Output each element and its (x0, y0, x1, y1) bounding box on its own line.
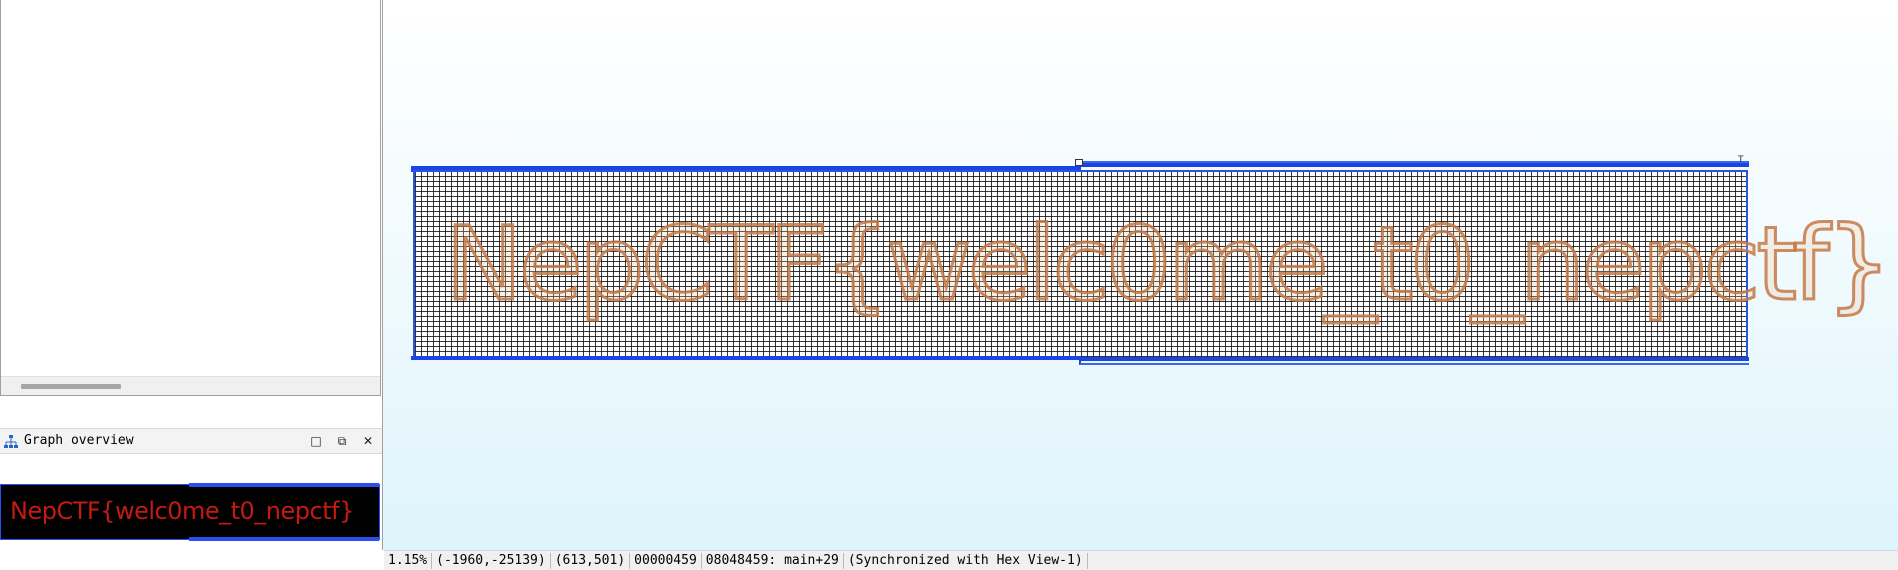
graph-overview-title: Graph overview (24, 433, 134, 448)
file-offset: 00000459 (630, 552, 702, 569)
node-collapse-marker[interactable] (1075, 159, 1083, 166)
maximize-icon[interactable]: □ (308, 433, 324, 449)
sync-status: (Synchronized with Hex View-1) (844, 552, 1088, 569)
graph-flag-text: NepCTF{welc0me_t0_nepctf} (443, 205, 1893, 324)
graph-block-edge-bottom-right (1079, 356, 1749, 365)
node-corner-marker: T (1738, 155, 1744, 165)
scrollbar-thumb[interactable] (21, 384, 121, 389)
status-bar: 1.15% (-1960,-25139) (613,501) 00000459 … (384, 550, 1898, 570)
viewport-indicator-bottom (189, 537, 379, 541)
graph-view[interactable]: T NepCTF{welc0me_t0_nepctf} NepCTF{welc0… (382, 0, 1898, 550)
thumbnail-flag-text: NepCTF{welc0me_t0_nepctf} (10, 497, 354, 525)
functions-panel (0, 0, 381, 396)
graph-overview-header: Graph overview □ ⧉ ✕ (0, 428, 382, 454)
float-window-icon[interactable]: ⧉ (334, 433, 350, 449)
graph-overview-thumbnail[interactable]: NepCTF{welc0me_t0_nepctf} (0, 483, 380, 541)
current-address: 08048459: main+29 (702, 552, 844, 569)
viewport-indicator-top (189, 483, 379, 487)
functions-horizontal-scrollbar[interactable] (1, 376, 380, 395)
scroll-position: (-1960,-25139) (432, 552, 551, 569)
cursor-position: (613,501) (551, 552, 631, 569)
graph-overview-body[interactable]: NepCTF{welc0me_t0_nepctf} (0, 454, 382, 570)
left-pane: Graph overview □ ⧉ ✕ NepCTF{welc0me_t0_n… (0, 0, 382, 570)
graph-block-edge-bottom-left (411, 356, 1079, 360)
zoom-level: 1.15% (384, 552, 433, 569)
close-icon[interactable]: ✕ (360, 433, 376, 449)
graph-overview-icon (4, 435, 18, 448)
